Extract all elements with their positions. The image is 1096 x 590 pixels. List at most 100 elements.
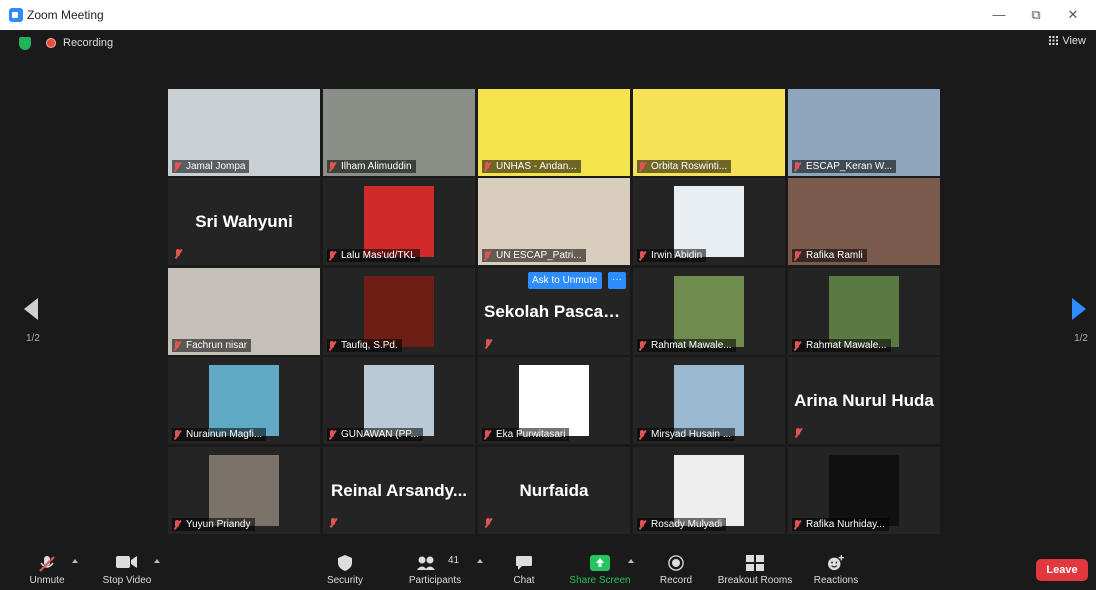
muted-mic-icon [174,249,182,258]
participant-tile[interactable]: UN ESCAP_Patri... [478,178,630,265]
breakout-rooms-button[interactable]: Breakout Rooms [714,545,796,590]
smiley-plus-icon [810,555,862,571]
unmute-button[interactable]: Unmute [22,545,72,590]
participant-name-label: UN ESCAP_Patri... [482,249,586,262]
participant-tile[interactable]: Yuyun Priandy [168,447,320,534]
participant-tile[interactable]: Taufiq, S.Pd. [323,268,475,355]
participant-tile[interactable]: Rahmat Mawale... [633,268,785,355]
participant-name-label: Rafika Ramli [792,249,867,262]
share-screen-button[interactable]: Share Screen [566,545,634,590]
participants-count: 41 [448,555,460,566]
profile-picture [674,186,744,257]
participant-tile[interactable]: Eka Purwitasari [478,357,630,444]
participant-tile[interactable]: Jamal Jompa [168,89,320,176]
participant-tile[interactable]: GUNAWAN (PP... [323,357,475,444]
participant-tile[interactable]: Rafika Ramli [788,178,940,265]
participant-tile[interactable]: Orbita Roswinti... [633,89,785,176]
participant-tile[interactable]: Lalu Mas'ud/TKL [323,178,475,265]
participant-display-name: Sri Wahyuni [195,212,293,231]
participant-tile[interactable]: Irwin Abidin [633,178,785,265]
participant-name-label: Irwin Abidin [637,249,707,262]
participant-name-label: Rosady Mulyadi [637,518,727,531]
participant-tile[interactable]: Rahmat Mawale... [788,268,940,355]
share-options-chevron-icon[interactable] [628,559,634,563]
page-indicator-right: 1/2 [1074,333,1088,344]
muted-mic-icon [638,251,646,260]
participant-name-label: Eka Purwitasari [482,428,570,441]
chat-label: Chat [513,575,535,586]
participant-tile[interactable]: Reinal Arsandy... [323,447,475,534]
muted-mic-icon [793,162,801,171]
share-screen-icon [566,555,634,571]
leave-button[interactable]: Leave [1036,559,1088,581]
participant-tile[interactable]: Fachrun nisar [168,268,320,355]
audio-options-chevron-icon[interactable] [72,559,78,563]
muted-mic-icon [483,251,491,260]
participant-tile[interactable]: Ilham Alimuddin [323,89,475,176]
participant-name-label: Rahmat Mawale... [792,339,891,352]
record-icon [656,555,696,571]
reactions-button[interactable]: Reactions [810,545,862,590]
reactions-label: Reactions [813,575,859,586]
profile-picture [364,365,434,436]
record-label: Record [659,575,693,586]
participant-name-label: UNHAS - Andan... [482,160,581,173]
video-options-chevron-icon[interactable] [154,559,160,563]
participant-tile[interactable]: Arina Nurul Huda [788,357,940,444]
stop-video-button[interactable]: Stop Video [98,545,156,590]
video-camera-icon [98,555,156,571]
chat-bubble-icon [508,555,540,571]
participant-name-label: ESCAP_Keran W... [792,160,897,173]
profile-picture [829,455,899,526]
participant-name-label: Ilham Alimuddin [327,160,416,173]
participant-name-label: Orbita Roswinti... [637,160,732,173]
next-page-arrow-icon[interactable] [1072,298,1086,320]
participant-tile[interactable]: Nurainun Magfi... [168,357,320,444]
stop-video-label: Stop Video [102,575,152,586]
muted-mic-icon [328,162,336,171]
participants-chevron-icon[interactable] [477,559,483,563]
participant-display-name: Nurfaida [519,481,589,500]
muted-mic-icon [793,251,801,260]
record-button[interactable]: Record [656,545,696,590]
meeting-toolbar: Unmute Stop Video Security Participants … [0,545,1096,590]
profile-picture [674,276,744,347]
participant-tile[interactable]: ESCAP_Keran W... [788,89,940,176]
unmute-label: Unmute [29,575,65,586]
participant-tile[interactable]: UNHAS - Andan... [478,89,630,176]
muted-mic-icon [173,341,181,350]
participant-name-label: Taufiq, S.Pd. [327,339,402,352]
participant-tile[interactable]: Rafika Nurhiday... [788,447,940,534]
muted-mic-icon [484,518,492,527]
muted-mic-icon [483,430,491,439]
muted-mic-icon [173,162,181,171]
previous-page-arrow-icon[interactable] [24,298,38,320]
profile-picture [364,186,434,257]
participant-tile[interactable]: Sri Wahyuni [168,178,320,265]
chat-button[interactable]: Chat [508,545,540,590]
participant-tile[interactable]: Rosady Mulyadi [633,447,785,534]
participant-name-label: Nurainun Magfi... [172,428,267,441]
profile-picture [674,455,744,526]
profile-picture [364,276,434,347]
participant-name-label: Fachrun nisar [172,339,252,352]
muted-mic-icon [793,341,801,350]
muted-mic-icon [328,251,336,260]
share-screen-label: Share Screen [569,575,631,586]
ask-to-unmute-button[interactable]: Ask to Unmute [528,272,602,289]
profile-picture [209,365,279,436]
participant-display-name: Reinal Arsandy... [330,481,468,500]
participant-tile[interactable]: Mirsyad Husain ... [633,357,785,444]
muted-mic-icon [483,162,491,171]
participants-button[interactable]: Participants [404,545,466,590]
microphone-muted-icon [22,555,72,572]
muted-mic-icon [638,162,646,171]
muted-mic-icon [484,339,492,348]
participants-label: Participants [408,575,462,586]
shield-icon [322,555,368,571]
page-indicator-left: 1/2 [26,333,40,344]
more-options-button[interactable]: ··· [608,272,626,289]
participant-tile[interactable]: Nurfaida [478,447,630,534]
security-button[interactable]: Security [322,545,368,590]
participant-display-name: Sekolah Pascasa... [484,302,630,321]
